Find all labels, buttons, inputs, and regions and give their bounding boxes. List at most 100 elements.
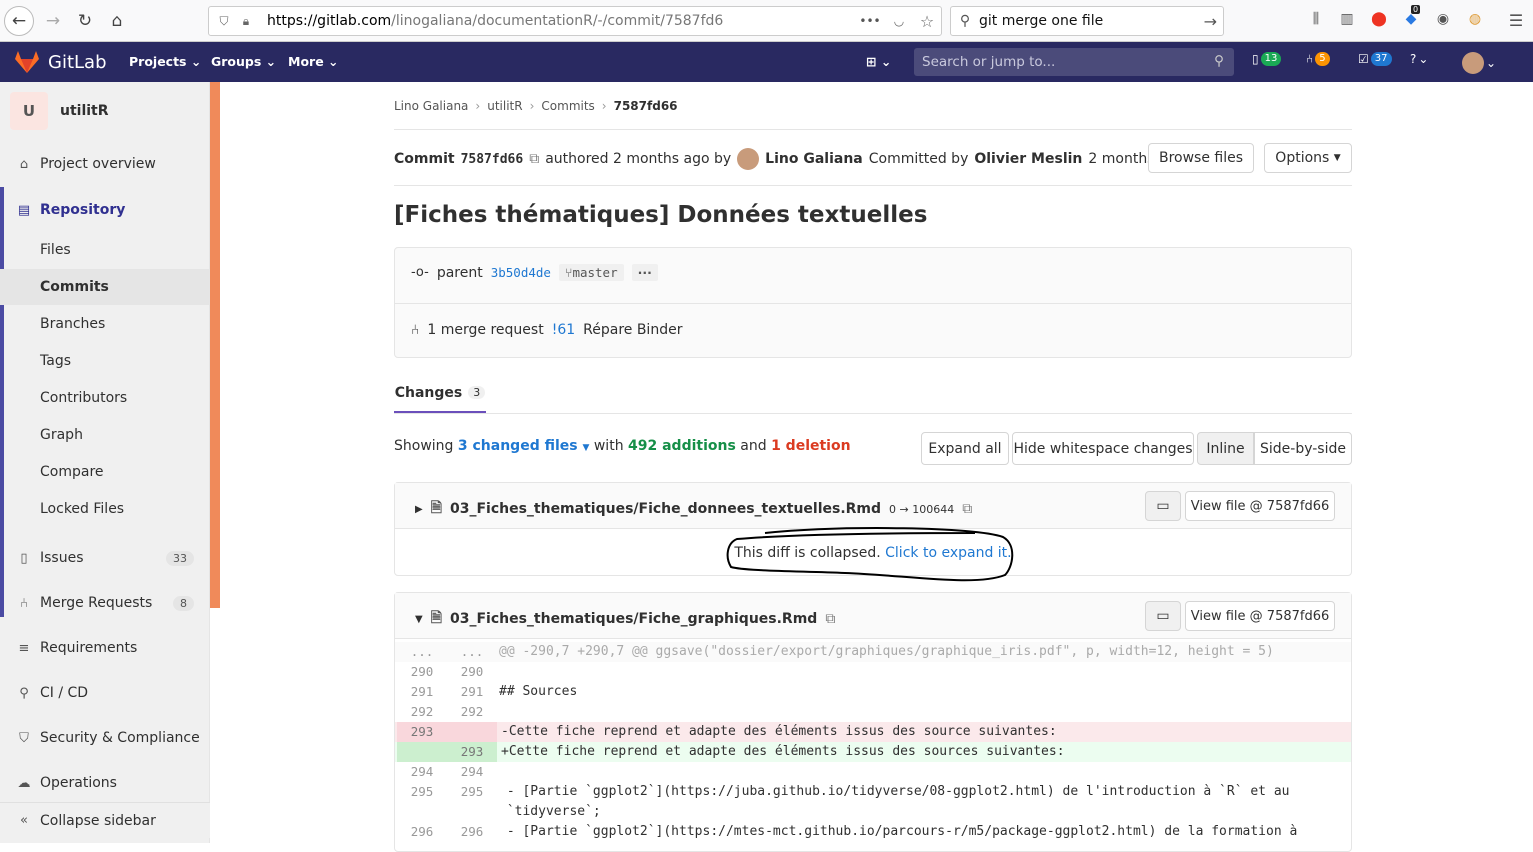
project-header[interactable]: U utilitR [10,92,109,130]
sidebar-item-tags[interactable]: Tags [0,343,210,379]
sidebar-item-operations[interactable]: ☁ Operations [0,765,210,801]
copy-icon[interactable]: ⧉ [529,151,539,167]
sidebar-item-security[interactable]: ⛉ Security & Compliance [0,720,210,756]
new-line-number[interactable]: ... [447,642,497,662]
browser-search-bar[interactable]: ⚲ git merge one file → [950,6,1224,36]
sidebar-item-files[interactable]: Files [0,232,210,268]
new-line-number[interactable] [447,802,497,822]
new-line-number[interactable]: 294 [447,762,497,782]
groups-menu[interactable]: Groups ⌄ [211,54,276,69]
old-line-number[interactable] [397,742,447,762]
account-icon[interactable]: ◉ [1433,11,1453,31]
extension-icon[interactable]: ◆ 0 [1401,5,1421,31]
search-go-icon[interactable]: → [1204,12,1217,31]
collapse-sidebar-button[interactable]: «Collapse sidebar [0,802,210,838]
old-line-number[interactable]: 296 [397,822,447,842]
new-line-number[interactable] [447,722,497,742]
comment-icon[interactable]: ▭ [1145,491,1181,521]
expand-all-button[interactable]: Expand all [921,432,1009,465]
opera-icon[interactable]: ⬤ [1369,11,1389,31]
options-dropdown[interactable]: Options ▼ [1264,143,1352,173]
sidebar-item-issues[interactable]: ▯ Issues 33 [0,540,210,576]
back-button[interactable]: ← [4,6,34,36]
old-line-number[interactable]: 290 [397,662,447,682]
old-line-number[interactable]: 292 [397,702,447,722]
help-menu[interactable]: ? ⌄ [1410,52,1428,66]
file-path[interactable]: 03_Fiches_thematiques/Fiche_donnees_text… [450,501,881,517]
author-avatar[interactable] [737,148,760,170]
sidebar-item-project-overview[interactable]: ⌂ Project overview [0,146,210,182]
comment-icon[interactable]: ▭ [1145,601,1181,631]
parent-sha-link[interactable]: 3b50d4de [491,265,551,280]
sidebar-item-contributors[interactable]: Contributors [0,380,210,416]
file-path[interactable]: 03_Fiches_thematiques/Fiche_graphiques.R… [450,611,817,627]
more-refs-button[interactable]: ··· [631,264,658,281]
sidebar-item-compare[interactable]: Compare [0,454,210,490]
old-line-number[interactable] [397,802,447,822]
projects-menu[interactable]: Projects ⌄ [129,54,201,69]
inline-view-button[interactable]: Inline [1197,432,1254,465]
url-text[interactable]: https://gitlab.com/linogaliana/documenta… [267,13,855,29]
sidebar-item-locked-files[interactable]: Locked Files [0,491,210,527]
new-line-number[interactable]: 290 [447,662,497,682]
view-file-button[interactable]: View file @ 7587fd66 [1185,491,1335,521]
reload-button[interactable]: ↻ [70,6,100,36]
home-button[interactable]: ⌂ [102,6,132,36]
old-line-number[interactable]: 295 [397,782,447,802]
sidebar-item-branches[interactable]: Branches [0,306,210,342]
url-bar[interactable]: ⛉ 🔒︎ https://gitlab.com/linogaliana/docu… [208,6,942,36]
sidebar-item-graph[interactable]: Graph [0,417,210,453]
side-by-side-button[interactable]: Side-by-side [1254,432,1352,465]
new-item-icon[interactable]: ⊞ ⌄ [866,54,891,69]
browser-search-text[interactable]: git merge one file [979,13,1103,29]
old-line-number[interactable]: 293 [397,722,447,742]
breadcrumb-user[interactable]: Lino Galiana [394,99,468,113]
sidebar-toggle-icon[interactable]: ▥ [1337,11,1357,31]
gitlab-search-input[interactable]: Search or jump to... ⚲ [914,48,1234,76]
old-line-number[interactable]: 294 [397,762,447,782]
more-menu[interactable]: More ⌄ [288,54,339,69]
bookmark-star-icon[interactable]: ☆ [913,12,941,31]
view-file-button[interactable]: View file @ 7587fd66 [1185,601,1335,631]
diff-file-header[interactable]: ▶ 🗎︎ 03_Fiches_thematiques/Fiche_donnees… [395,483,1351,529]
gitlab-logo[interactable]: GitLab [14,50,107,74]
pocket-icon[interactable]: ◡ [885,14,913,28]
new-line-number[interactable]: 292 [447,702,497,722]
old-line-number[interactable]: 291 [397,682,447,702]
diff-file-header[interactable]: ▼ 🗎︎ 03_Fiches_thematiques/Fiche_graphiq… [395,593,1351,639]
sidebar-item-requirements[interactable]: ≡ Requirements [0,630,210,666]
page-actions-icon[interactable]: ••• [855,14,885,28]
breadcrumb-project[interactable]: utilitR [487,99,522,113]
todos-counter[interactable]: ☑ 37 [1358,52,1392,66]
sidebar-item-repository[interactable]: ▤ Repository [0,192,210,228]
caret-down-icon[interactable]: ▼ [415,614,423,625]
caret-right-icon[interactable]: ▶ [415,504,423,515]
copy-icon[interactable]: ⧉ [825,611,835,627]
copy-icon[interactable]: ⧉ [962,501,972,517]
mr-counter[interactable]: ⑃ 5 [1306,52,1330,66]
user-menu[interactable]: ⌄ [1462,52,1496,74]
branch-label[interactable]: ⑂master [558,264,624,281]
issues-counter[interactable]: ▯ 13 [1252,52,1282,66]
new-line-number[interactable]: 293 [447,742,497,762]
old-line-number[interactable]: ... [397,642,447,662]
browse-files-button[interactable]: Browse files [1148,143,1254,173]
tab-changes[interactable]: Changes 3 [394,374,486,413]
sidebar-item-merge-requests[interactable]: ⑃ Merge Requests 8 [0,585,210,621]
author-link[interactable]: Lino Galiana [765,151,863,167]
chrome-like-icon[interactable]: ◍ [1465,11,1485,31]
new-line-number[interactable]: 295 [447,782,497,802]
forward-button[interactable]: → [38,6,68,36]
breadcrumb-commit[interactable]: 7587fd66 [614,99,678,113]
sidebar-item-cicd[interactable]: ⚲ CI / CD [0,675,210,711]
committer-link[interactable]: Olivier Meslin [974,151,1082,167]
mr-link[interactable]: !61 [552,322,575,338]
breadcrumb-commits[interactable]: Commits [541,99,594,113]
new-line-number[interactable]: 291 [447,682,497,702]
new-line-number[interactable]: 296 [447,822,497,842]
menu-icon[interactable]: ☰ [1506,11,1526,31]
sidebar-item-commits[interactable]: Commits [0,269,210,305]
changed-files-dropdown[interactable]: 3 changed files ▼ [458,438,590,454]
library-icon[interactable]: ⫼ [1306,11,1326,31]
hide-whitespace-button[interactable]: Hide whitespace changes [1012,432,1194,465]
